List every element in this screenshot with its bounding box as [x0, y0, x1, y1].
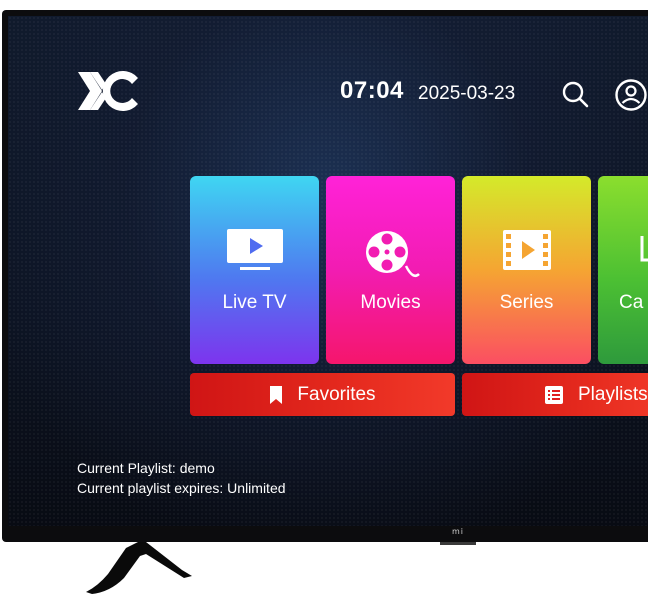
tv-play-icon [226, 229, 283, 270]
search-button[interactable] [561, 80, 591, 110]
playlists-label: Playlists [578, 383, 648, 405]
current-playlist-info: Current Playlist: demo [77, 460, 215, 476]
playlist-expiry-value: Unlimited [227, 480, 286, 496]
tile-series[interactable]: Series [462, 176, 591, 364]
tile-label: Ca [619, 292, 644, 313]
user-circle-icon [615, 79, 647, 111]
profile-button[interactable] [614, 78, 648, 112]
tile-movies[interactable]: Movies [326, 176, 455, 364]
tile-live-tv[interactable]: Live TV [190, 176, 319, 364]
playlist-expiry-key: Current playlist expires: [77, 480, 224, 496]
search-icon [562, 81, 589, 108]
tile-label: Series [499, 292, 554, 313]
tile-catch-up[interactable]: Ca [598, 176, 648, 364]
tile-label: Movies [360, 292, 421, 313]
playlists-button[interactable]: Playlists [462, 373, 648, 416]
clock-date: 2025-03-23 [418, 83, 516, 104]
favorites-button[interactable]: Favorites [190, 373, 455, 416]
bookmark-icon [270, 385, 283, 404]
clock-icon [640, 236, 648, 262]
tile-label: Live TV [222, 292, 287, 313]
current-playlist-value: demo [179, 460, 215, 476]
clock-time: 07:04 [340, 77, 404, 104]
favorites-label: Favorites [297, 383, 376, 405]
list-icon [545, 385, 563, 404]
film-strip-icon [502, 230, 551, 270]
film-reel-icon [365, 231, 420, 277]
playlist-expiry-info: Current playlist expires: Unlimited [77, 480, 286, 496]
current-playlist-key: Current Playlist: [77, 460, 176, 476]
tv-stand [86, 542, 192, 594]
app-screen: 07:04 2025-03-23 Live TV Movies Series C… [8, 16, 648, 526]
tv-brand-logo: mi [452, 527, 465, 536]
tv-bottom-strip [440, 542, 476, 545]
app-logo [78, 71, 138, 111]
